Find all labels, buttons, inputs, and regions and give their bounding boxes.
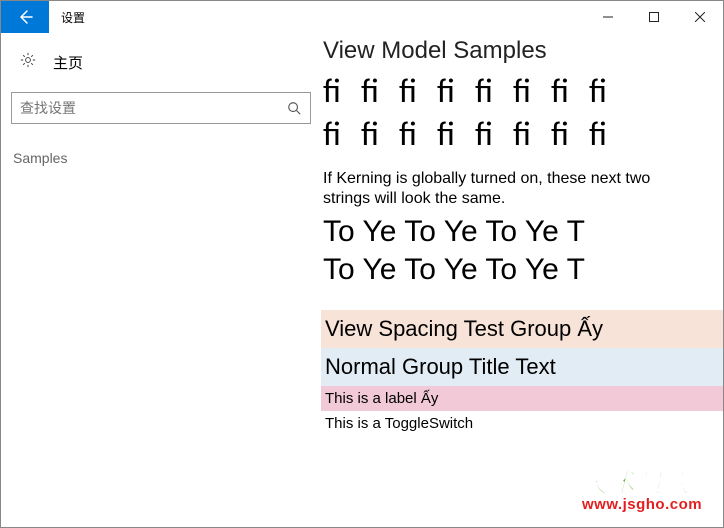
back-button[interactable] bbox=[1, 1, 49, 33]
ligature-glyph: ﬁ bbox=[589, 71, 609, 112]
kerning-note: If Kerning is globally turned on, these … bbox=[321, 169, 681, 209]
maximize-button[interactable] bbox=[631, 1, 677, 33]
normal-group-title: Normal Group Title Text bbox=[321, 348, 723, 386]
ligature-glyph: ﬁ bbox=[399, 71, 419, 112]
nav-sidebar: 主页 Samples bbox=[1, 33, 321, 527]
sample-toggleswitch[interactable]: This is a ToggleSwitch bbox=[321, 411, 723, 436]
ligature-glyph: ﬁ bbox=[475, 71, 495, 112]
nav-home-label: 主页 bbox=[53, 52, 83, 73]
window-controls bbox=[585, 1, 723, 33]
ligature-row-2: ﬁ ﬁ ﬁ ﬁ ﬁ ﬁ ﬁ ﬁ bbox=[321, 114, 723, 155]
kerning-sample-1: To Ye To Ye To Ye T bbox=[321, 213, 723, 251]
window-title: 设置 bbox=[49, 1, 585, 33]
sample-label: This is a label Ấy bbox=[321, 386, 723, 411]
search-input[interactable] bbox=[12, 100, 278, 116]
sidebar-item-samples[interactable]: Samples bbox=[11, 144, 311, 172]
close-button[interactable] bbox=[677, 1, 723, 33]
arrow-left-icon bbox=[17, 9, 33, 25]
titlebar: 设置 bbox=[1, 1, 723, 33]
ligature-glyph: ﬁ bbox=[323, 114, 343, 155]
ligature-glyph: ﬁ bbox=[437, 114, 457, 155]
ligature-glyph: ﬁ bbox=[323, 71, 343, 112]
ligature-glyph: ﬁ bbox=[513, 114, 533, 155]
spacing-test-group-title: View Spacing Test Group Ấy bbox=[321, 310, 723, 348]
page-title: View Model Samples bbox=[321, 37, 723, 65]
kerning-sample-2: To Ye To Ye To Ye T bbox=[321, 251, 723, 289]
ligature-glyph: ﬁ bbox=[437, 71, 457, 112]
ligature-glyph: ﬁ bbox=[551, 114, 571, 155]
ligature-glyph: ﬁ bbox=[475, 114, 495, 155]
ligature-glyph: ﬁ bbox=[361, 114, 381, 155]
content-pane: View Model Samples ﬁ ﬁ ﬁ ﬁ ﬁ ﬁ ﬁ ﬁ ﬁ ﬁ ﬁ… bbox=[321, 33, 723, 527]
ligature-glyph: ﬁ bbox=[399, 114, 419, 155]
close-icon bbox=[695, 12, 705, 22]
minimize-button[interactable] bbox=[585, 1, 631, 33]
minimize-icon bbox=[603, 12, 613, 22]
maximize-icon bbox=[649, 12, 659, 22]
ligature-row-1: ﬁ ﬁ ﬁ ﬁ ﬁ ﬁ ﬁ ﬁ bbox=[321, 71, 723, 112]
ligature-glyph: ﬁ bbox=[589, 114, 609, 155]
search-icon[interactable] bbox=[278, 101, 310, 115]
nav-home[interactable]: 主页 bbox=[11, 45, 311, 88]
ligature-glyph: ﬁ bbox=[513, 71, 533, 112]
ligature-glyph: ﬁ bbox=[551, 71, 571, 112]
ligature-glyph: ﬁ bbox=[361, 71, 381, 112]
body-area: 主页 Samples View Model Samples ﬁ ﬁ ﬁ ﬁ ﬁ … bbox=[1, 33, 723, 527]
gear-icon bbox=[19, 51, 37, 74]
search-box[interactable] bbox=[11, 92, 311, 124]
